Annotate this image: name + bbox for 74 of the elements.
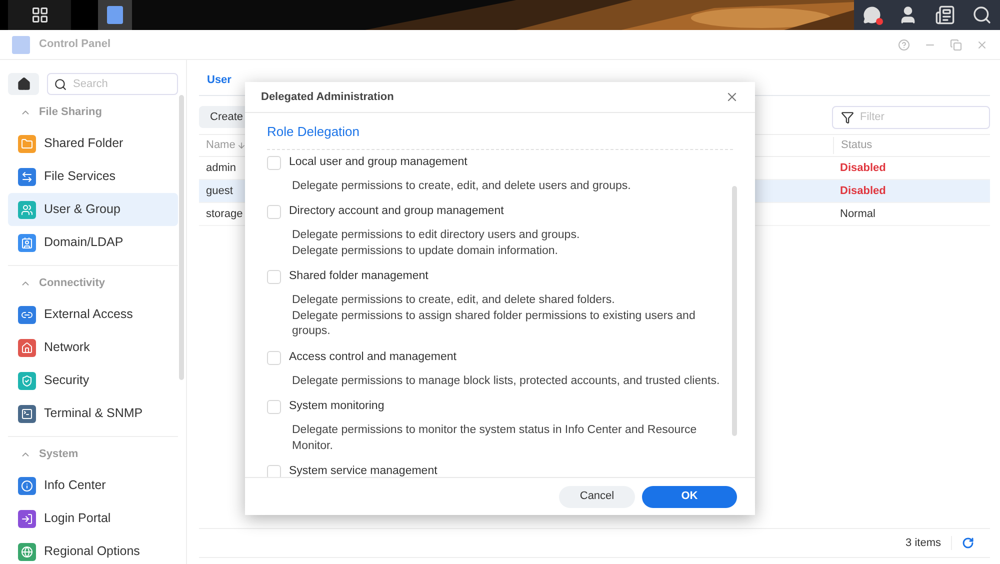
- search-icon[interactable]: [972, 5, 992, 25]
- checkbox-label[interactable]: Shared folder management: [289, 268, 428, 286]
- terminal-icon: [18, 404, 36, 422]
- refresh-icon[interactable]: [962, 537, 974, 549]
- tab[interactable]: User: [207, 72, 232, 95]
- sidebar-item[interactable]: Info Center: [8, 469, 178, 502]
- globe-icon: [18, 542, 36, 560]
- link-icon: [18, 306, 36, 324]
- search-icon: [54, 78, 67, 90]
- contact-card-icon: [18, 234, 36, 252]
- checkbox-label[interactable]: System service management: [289, 463, 438, 477]
- shield-icon: [18, 372, 36, 390]
- sidebar-item[interactable]: Network: [8, 331, 178, 364]
- checkbox[interactable]: [267, 270, 281, 284]
- filter-icon: [841, 110, 854, 124]
- role-description: Delegate permissions to edit directory users and groups. Delegate permissions to update domain information.: [291, 228, 581, 258]
- role-description: Delegate permissions to create, edit, and delete users and groups.: [291, 178, 632, 194]
- sidebar-item[interactable]: Domain/LDAP: [8, 226, 178, 259]
- widgets-icon[interactable]: [934, 5, 954, 25]
- filter-box[interactable]: Filter: [832, 106, 990, 128]
- checkbox[interactable]: [267, 465, 281, 477]
- checkbox-label[interactable]: System monitoring: [289, 398, 384, 416]
- checkbox[interactable]: [267, 156, 281, 170]
- scrollbar[interactable]: [732, 186, 737, 436]
- filter-field[interactable]: Filter: [860, 108, 970, 126]
- sidebar-item[interactable]: External Access: [8, 298, 178, 331]
- ok-button[interactable]: OK: [642, 486, 737, 508]
- restore-icon[interactable]: [950, 38, 962, 50]
- apps-grid-icon[interactable]: [8, 0, 71, 30]
- table-cell-text: guest: [205, 184, 234, 199]
- home-button[interactable]: [8, 73, 39, 95]
- checkbox[interactable]: [267, 350, 281, 364]
- users-icon: [18, 200, 36, 218]
- home-icon: [16, 77, 30, 91]
- info-icon: [18, 476, 36, 494]
- sidebar-item[interactable]: Login Portal: [8, 502, 178, 535]
- item-count: 3 items: [906, 536, 941, 551]
- checkbox-label[interactable]: Directory account and group management: [289, 203, 504, 221]
- role-description: Delegate permissions to create, edit, and delete shared folders. Delegate permissions to assign shared folder permissions to existing users and groups.: [291, 293, 696, 339]
- checkbox-label[interactable]: Local user and group management: [289, 154, 468, 172]
- house-icon: [18, 338, 36, 356]
- table-cell-text: Disabled: [839, 184, 887, 199]
- scrollbar[interactable]: [179, 95, 184, 380]
- checkbox[interactable]: [267, 400, 281, 414]
- cancel-button[interactable]: Cancel: [559, 486, 635, 508]
- search-box[interactable]: Search: [47, 73, 178, 95]
- sidebar-item[interactable]: Security: [8, 364, 178, 397]
- table-cell-text: admin: [205, 160, 237, 176]
- role-description: Delegate permissions to manage block lists, protected accounts, and trusted clients.: [291, 374, 721, 388]
- app-logo-icon: [12, 36, 30, 54]
- folder-icon: [18, 134, 36, 152]
- section-title: Role Delegation: [267, 122, 733, 150]
- sidebar-item[interactable]: Regional Options: [8, 535, 178, 564]
- sidebar-item[interactable]: File Services: [8, 160, 178, 193]
- table-cell-text: Disabled: [839, 160, 887, 176]
- app-window-icon[interactable]: [98, 0, 132, 30]
- sidebar-item[interactable]: Terminal & SNMP: [8, 397, 178, 430]
- sort-arrow-icon: [237, 141, 246, 150]
- window-title: Control Panel: [39, 37, 111, 52]
- table-cell-text: storage: [205, 206, 244, 222]
- table-cell-text: Normal: [839, 206, 876, 222]
- sidebar-item[interactable]: User & Group: [8, 193, 178, 226]
- close-icon[interactable]: [976, 38, 988, 50]
- checkbox-label[interactable]: Access control and management: [289, 348, 456, 366]
- portal-icon: [18, 510, 36, 528]
- dialog-title: Delegated Administration: [261, 90, 394, 105]
- close-icon[interactable]: [725, 90, 739, 104]
- arrows-icon: [18, 168, 36, 186]
- chat-icon[interactable]: [862, 6, 880, 24]
- help-icon[interactable]: [898, 38, 910, 50]
- sidebar-item[interactable]: Shared Folder: [8, 127, 178, 160]
- checkbox[interactable]: [267, 205, 281, 219]
- role-description: Delegate permissions to monitor the system status in Info Center and Resource Monitor.: [291, 423, 698, 454]
- search-field[interactable]: Search: [73, 76, 163, 92]
